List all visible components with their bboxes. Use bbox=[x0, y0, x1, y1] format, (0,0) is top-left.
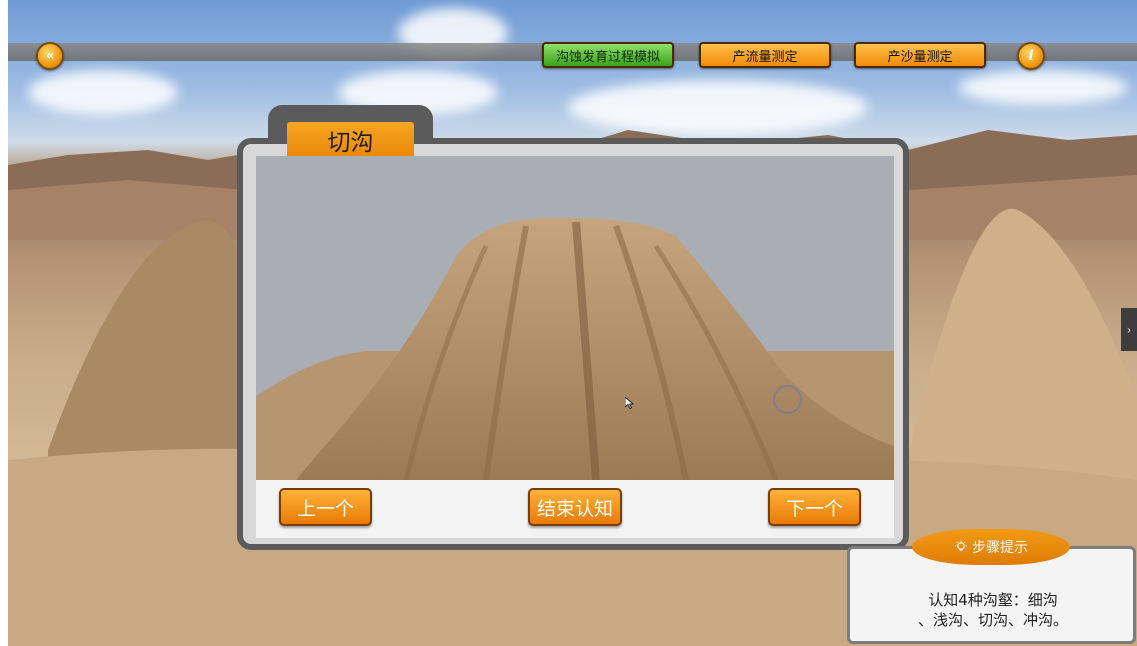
next-button[interactable]: 下一个 bbox=[768, 488, 861, 526]
nav-runoff-measurement[interactable]: 产流量测定 bbox=[699, 42, 831, 68]
side-panel-toggle[interactable]: › bbox=[1121, 308, 1137, 351]
gully-hill-model bbox=[256, 217, 894, 480]
step-hint-line-2: 、浅沟、切沟、冲沟。 bbox=[917, 611, 1068, 629]
gully-3d-viewport[interactable] bbox=[256, 156, 894, 480]
previous-label: 上一个 bbox=[296, 497, 354, 520]
step-hint-title: 步骤提示 bbox=[972, 540, 1028, 556]
finish-recognition-button[interactable]: 结束认知 bbox=[528, 488, 622, 526]
nav-label: 产流量测定 bbox=[732, 49, 798, 65]
finish-label: 结束认知 bbox=[536, 497, 613, 520]
nav-sediment-measurement[interactable]: 产沙量测定 bbox=[854, 42, 986, 68]
lightbulb-icon bbox=[955, 540, 967, 551]
nav-label: 沟蚀发育过程模拟 bbox=[555, 49, 660, 65]
nav-label: 产沙量测定 bbox=[887, 49, 953, 65]
info-glyph: i bbox=[1028, 48, 1034, 64]
panel-tab-title: 切沟 bbox=[287, 122, 414, 158]
info-icon[interactable]: i bbox=[1017, 42, 1045, 70]
double-chevron-left-icon: « bbox=[45, 48, 55, 64]
gully-type-title: 切沟 bbox=[327, 130, 374, 156]
collapse-menu-icon[interactable]: « bbox=[36, 42, 64, 70]
step-hint-line-1: 认知4种沟壑：细沟 bbox=[928, 591, 1058, 609]
nav-gully-simulation[interactable]: 沟蚀发育过程模拟 bbox=[542, 42, 674, 68]
step-hint-text: 认知4种沟壑：细沟 、浅沟、切沟、冲沟。 bbox=[880, 590, 1106, 630]
target-ring-icon bbox=[773, 385, 802, 414]
chevron-right-icon: › bbox=[1126, 322, 1132, 337]
step-hint-header[interactable]: 步骤提示 bbox=[912, 529, 1070, 565]
mouse-cursor-icon bbox=[625, 397, 634, 409]
previous-button[interactable]: 上一个 bbox=[279, 488, 372, 526]
next-label: 下一个 bbox=[785, 497, 843, 520]
